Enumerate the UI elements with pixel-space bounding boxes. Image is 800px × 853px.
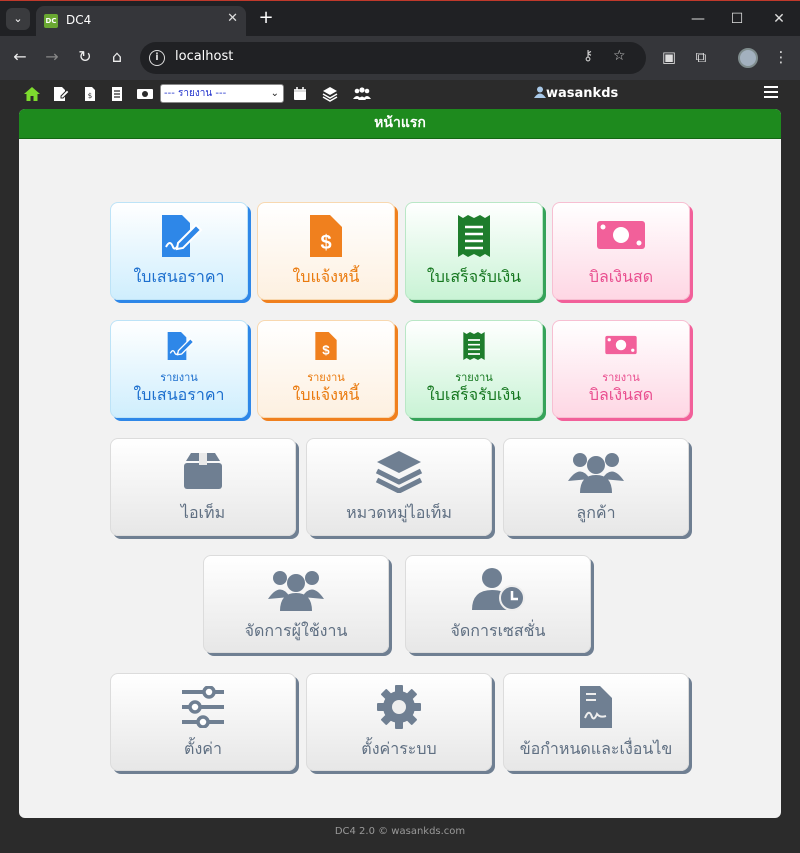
tile-label: ใบเสร็จรับเงิน [426,385,522,404]
maximize-button[interactable]: ☐ [722,7,752,31]
box-icon [184,453,222,489]
receipt-icon [463,332,485,360]
tab-title: DC4 [66,13,92,27]
home-icon[interactable] [23,85,41,103]
sliders-icon [182,686,224,728]
tile-label: ข้อกำหนดและเงื่อนไข [519,739,673,758]
svg-text:$: $ [320,232,331,254]
home-button[interactable]: ⌂ [106,46,128,68]
layers-nav-icon[interactable] [321,85,339,103]
gear-icon [377,685,421,729]
calendar-icon[interactable] [291,85,309,103]
chevron-down-icon: ⌄ [270,88,279,99]
report-select[interactable]: --- รายงาน --- ⌄ [160,84,284,103]
users-nav-icon[interactable] [352,85,372,103]
favicon-icon: DC [44,14,58,28]
page-viewport: $ --- รายงาน --- ⌄ wasankds หน้าแรก ใบเสน… [0,80,800,853]
tile-quotation[interactable]: ใบเสนอราคา [110,202,248,300]
users-icon [268,571,324,611]
tile-cash-bill[interactable]: บิลเงินสด [552,202,690,300]
file-signature-icon [162,215,203,257]
cash-bill-nav-icon[interactable] [135,85,155,103]
password-key-icon[interactable]: ⚷ [583,48,593,64]
tile-label: ไอเท็ม [180,503,226,522]
browser-tab-strip: ⌄ DC DC4 ✕ + — ☐ ✕ [0,0,800,37]
tile-terms-conditions[interactable]: ข้อกำหนดและเงื่อนไข [503,673,689,771]
layers-icon [375,451,423,493]
url-text[interactable]: localhost [175,49,233,64]
tile-label: ใบแจ้งหนี้ [292,267,360,286]
file-invoice-dollar-icon: $ [310,215,342,257]
address-bar[interactable]: i localhost ⚷ ☆ [140,42,646,74]
back-button[interactable]: ← [9,46,31,68]
tile-label: บิลเงินสด [588,385,654,404]
tile-report-receipt[interactable]: รายงาน ใบเสร็จรับเงิน [405,320,543,418]
tile-customers[interactable]: ลูกค้า [503,438,689,536]
tile-label: จัดการผู้ใช้งาน [244,621,348,640]
tile-settings[interactable]: ตั้งค่า [110,673,296,771]
new-tab-button[interactable]: + [256,7,276,28]
tile-user-management[interactable]: จัดการผู้ใช้งาน [203,555,389,653]
menu-dots-icon[interactable]: ⋮ [770,46,792,68]
close-window-button[interactable]: ✕ [764,7,794,31]
tile-session-management[interactable]: จัดการเซสชั่น [405,555,591,653]
svg-text:$: $ [322,343,330,358]
tile-item-categories[interactable]: หมวดหมู่ไอเท็ม [306,438,492,536]
tile-label: บิลเงินสด [588,267,654,286]
user-icon [534,86,546,98]
extension-icon[interactable]: ▣ [658,46,680,68]
tile-report-cash-bill[interactable]: รายงาน บิลเงินสด [552,320,690,418]
footer-text: DC4 2.0 © wasankds.com [334,826,466,837]
browser-tab[interactable]: DC DC4 ✕ [36,6,246,37]
file-invoice-dollar-icon: $ [315,332,337,360]
user-clock-icon [472,568,525,611]
bookmark-star-icon[interactable]: ☆ [613,48,626,64]
forward-button[interactable]: → [41,46,63,68]
user-menu[interactable]: wasankds [534,86,618,101]
tile-label: จัดการเซสชั่น [450,621,546,640]
tile-label: ใบเสร็จรับเงิน [426,267,522,286]
tile-invoice[interactable]: $ ใบแจ้งหนี้ [257,202,395,300]
file-contract-icon [580,686,612,728]
tab-close-icon[interactable]: ✕ [227,11,238,26]
tile-report-invoice[interactable]: $ รายงาน ใบแจ้งหนี้ [257,320,395,418]
money-bill-icon [605,335,637,355]
file-signature-icon [167,332,195,360]
tab-search-button[interactable]: ⌄ [6,8,30,30]
hamburger-menu-icon[interactable] [764,86,778,98]
tile-system-settings[interactable]: ตั้งค่าระบบ [306,673,492,771]
app-navbar: $ --- รายงาน --- ⌄ wasankds [0,80,800,108]
reload-button[interactable]: ↻ [74,46,96,68]
page-title: หน้าแรก [19,109,781,139]
receipt-nav-icon[interactable] [108,85,126,103]
tile-label: ใบเสนอราคา [133,267,225,286]
svg-text:$: $ [88,92,92,100]
money-bill-icon [597,221,645,249]
receipt-icon [458,215,490,257]
minimize-button[interactable]: — [683,7,713,31]
browser-toolbar: ← → ↻ ⌂ i localhost ⚷ ☆ ▣ ⧉ ⋮ [0,36,800,80]
tile-receipt[interactable]: ใบเสร็จรับเงิน [405,202,543,300]
tile-label: หมวดหมู่ไอเท็ม [346,503,452,522]
username: wasankds [546,86,619,101]
main-card: หน้าแรก ใบเสนอราคา $ ใบแจ้งหนี้ ใบเสร็จร… [19,109,781,818]
tile-items[interactable]: ไอเท็ม [110,438,296,536]
profile-avatar[interactable] [738,48,758,68]
invoice-nav-icon[interactable]: $ [81,85,99,103]
site-info-icon[interactable]: i [149,50,165,66]
puzzle-icon[interactable]: ⧉ [690,46,712,68]
report-select-value: --- รายงาน --- [164,88,227,99]
tile-label: ตั้งค่า [184,739,222,758]
quotation-nav-icon[interactable] [52,85,70,103]
tile-label: ใบเสนอราคา [133,385,225,404]
tile-label: ลูกค้า [576,503,616,522]
tile-label: ตั้งค่าระบบ [361,739,437,758]
tile-label: ใบแจ้งหนี้ [292,385,360,404]
users-icon [568,453,624,493]
tile-report-quotation[interactable]: รายงาน ใบเสนอราคา [110,320,248,418]
